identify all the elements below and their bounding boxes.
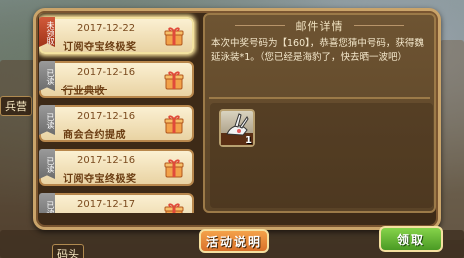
read-badge: 已读 (39, 193, 55, 213)
mail-detail-panel: 邮件详情 本次中奖号码为【160】，恭喜您猜中号码，获得魏延泳装*1。（您已经是… (203, 13, 436, 213)
mail-item[interactable]: 已读 2017-12-17 (39, 193, 194, 213)
mail-date: 2017-12-16 (77, 111, 136, 122)
mail-date: 2017-12-16 (77, 67, 136, 78)
barracks-sign[interactable]: 兵营 (0, 96, 32, 116)
mail-body-text: 本次中奖号码为【160】，恭喜您猜中号码，获得魏延泳装*1。（您已经是海豹了，快… (211, 38, 424, 63)
activity-info-button[interactable]: 活动说明 (199, 229, 269, 253)
read-badge: 已读 (39, 61, 55, 91)
mail-item[interactable]: 已读 2017-12-16 行业典收 (39, 61, 194, 98)
reward-area: 1 (210, 103, 433, 208)
gift-box-icon (164, 203, 184, 213)
mail-title: 行业典收 (61, 82, 107, 97)
mail-item[interactable]: 已读 2017-12-16 订阅夺宝终极奖 (39, 149, 194, 186)
gift-box-icon (164, 71, 184, 90)
mail-title: 订阅夺宝终极奖 (63, 174, 137, 185)
dock-sign[interactable]: 码头 (52, 244, 84, 258)
background-building (440, 40, 464, 240)
mail-date: 2017-12-22 (77, 23, 136, 34)
mail-title: 商会合约提成 (63, 130, 126, 141)
mail-item[interactable]: 已读 2017-12-16 商会合约提成 (39, 105, 194, 142)
reward-item-slot[interactable]: 1 (219, 109, 255, 147)
mail-list[interactable]: 未领取 2017-12-22 订阅夺宝终极奖 已读 2017-12-16 行业典… (39, 13, 199, 213)
mail-title: 订阅夺宝终极奖 (63, 42, 137, 53)
detail-title: 邮件详情 (205, 18, 434, 34)
read-badge: 已读 (39, 149, 55, 179)
mail-item[interactable]: 未领取 2017-12-22 订阅夺宝终极奖 (39, 17, 194, 54)
reward-quantity: 1 (245, 135, 252, 146)
unclaimed-badge: 未领取 (39, 17, 55, 47)
read-badge: 已读 (39, 105, 55, 135)
mail-date: 2017-12-16 (77, 155, 136, 166)
claim-button[interactable]: 领取 (379, 226, 443, 252)
gift-box-icon (164, 159, 184, 178)
mail-date: 2017-12-17 (77, 199, 136, 210)
gift-box-icon (164, 27, 184, 46)
divider (209, 97, 430, 99)
gift-box-icon (164, 115, 184, 134)
